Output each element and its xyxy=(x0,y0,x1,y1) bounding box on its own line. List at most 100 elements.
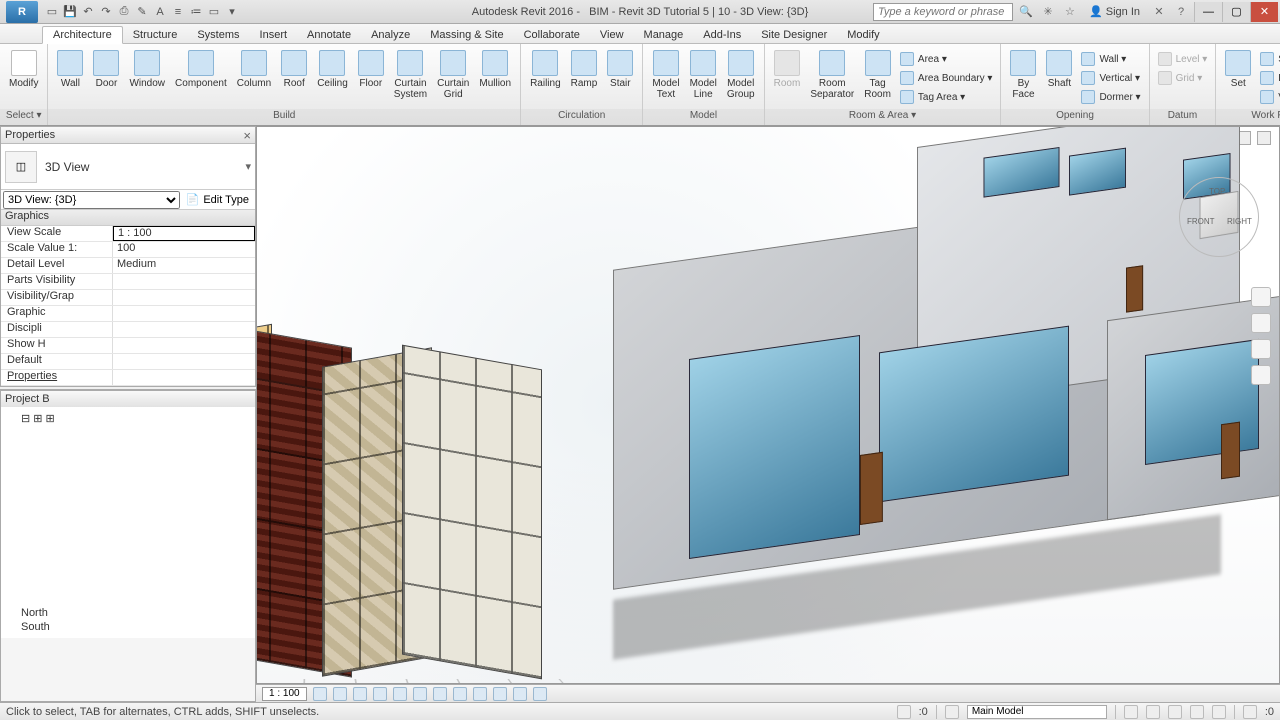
property-group-graphics[interactable]: Graphics xyxy=(1,210,255,226)
curtain-grid-button[interactable]: CurtainGrid xyxy=(432,48,474,102)
worksets-icon[interactable] xyxy=(897,705,911,719)
design-option-selector[interactable] xyxy=(967,705,1107,719)
select-pinned-icon[interactable] xyxy=(1168,705,1182,719)
wall-button[interactable]: Wall ▾ xyxy=(1081,50,1140,68)
favorite-icon[interactable]: ☆ xyxy=(1061,3,1079,21)
temp-hide-icon[interactable] xyxy=(473,687,487,701)
tab-collaborate[interactable]: Collaborate xyxy=(514,27,590,43)
tab-modify[interactable]: Modify xyxy=(837,27,889,43)
sun-path-icon[interactable] xyxy=(353,687,367,701)
railing-button[interactable]: Railing xyxy=(525,48,566,91)
tab-analyze[interactable]: Analyze xyxy=(361,27,420,43)
shaft-button[interactable]: Shaft xyxy=(1041,48,1077,91)
sign-in-button[interactable]: 👤 Sign In xyxy=(1083,5,1146,18)
search-icon[interactable]: 🔍 xyxy=(1017,3,1035,21)
modify-button[interactable]: Modify xyxy=(4,48,43,91)
window-button[interactable]: Window xyxy=(124,48,170,91)
property-row[interactable]: Visibility/Grap xyxy=(1,290,255,306)
qat-text-icon[interactable]: A xyxy=(152,4,168,20)
property-row[interactable]: Default xyxy=(1,354,255,370)
qat-print-icon[interactable]: ⎙ xyxy=(116,4,132,20)
panel-title-room-area[interactable]: Room & Area ▾ xyxy=(765,109,1001,125)
property-row[interactable]: Scale Value 1:100 xyxy=(1,242,255,258)
area-boundary-button[interactable]: Area Boundary ▾ xyxy=(900,69,993,87)
analytical-model-icon[interactable] xyxy=(513,687,527,701)
shadows-icon[interactable] xyxy=(373,687,387,701)
property-row[interactable]: Detail LevelMedium xyxy=(1,258,255,274)
tag-area-button[interactable]: Tag Area ▾ xyxy=(900,88,993,106)
model-line-button[interactable]: ModelLine xyxy=(685,48,722,102)
wall-button[interactable]: Wall xyxy=(52,48,88,91)
viewcube[interactable]: TOP FRONT RIGHT xyxy=(1179,177,1259,257)
mullion-button[interactable]: Mullion xyxy=(474,48,516,91)
nav-pan-icon[interactable] xyxy=(1251,313,1271,333)
vertical-button[interactable]: Vertical ▾ xyxy=(1081,69,1140,87)
tab-structure[interactable]: Structure xyxy=(123,27,188,43)
subscription-icon[interactable]: ✳ xyxy=(1039,3,1057,21)
property-row[interactable]: Parts Visibility xyxy=(1,274,255,290)
crop-region-icon[interactable] xyxy=(433,687,447,701)
view-scale-button[interactable]: 1 : 100 xyxy=(262,687,307,701)
tab-architecture[interactable]: Architecture xyxy=(42,26,123,44)
tab-insert[interactable]: Insert xyxy=(250,27,298,43)
qat-undo-icon[interactable]: ↶ xyxy=(80,4,96,20)
qat-redo-icon[interactable]: ↷ xyxy=(98,4,114,20)
tree-node-south[interactable]: South xyxy=(5,620,251,634)
3d-viewport[interactable]: TOP FRONT RIGHT xyxy=(256,126,1280,684)
project-browser-tree[interactable]: ⊟ ⊞ ⊞ North South xyxy=(1,407,255,638)
tab-add-ins[interactable]: Add-Ins xyxy=(693,27,751,43)
window-maximize-button[interactable]: ▢ xyxy=(1222,2,1250,22)
nav-orbit-icon[interactable] xyxy=(1251,365,1271,385)
type-dropdown-icon[interactable]: ▾ xyxy=(245,160,251,173)
nav-wheel-icon[interactable] xyxy=(1251,287,1271,307)
exchange-icon[interactable]: ✕ xyxy=(1150,3,1168,21)
tab-annotate[interactable]: Annotate xyxy=(297,27,361,43)
select-face-icon[interactable] xyxy=(1190,705,1204,719)
select-underlay-icon[interactable] xyxy=(1146,705,1160,719)
filter-icon[interactable] xyxy=(1243,705,1257,719)
qat-close-hidden-icon[interactable]: ▭ xyxy=(206,4,222,20)
property-row[interactable]: Show H xyxy=(1,338,255,354)
door-button[interactable]: Door xyxy=(88,48,124,91)
type-selector[interactable]: ◫ 3D View ▾ xyxy=(1,144,255,190)
model-group-button[interactable]: ModelGroup xyxy=(722,48,760,102)
qat-thin-lines-icon[interactable]: ≔ xyxy=(188,4,204,20)
tree-node-north[interactable]: North xyxy=(5,606,251,620)
help-icon[interactable]: ? xyxy=(1172,3,1190,21)
tag-room-button[interactable]: TagRoom xyxy=(859,48,896,102)
model-text-button[interactable]: ModelText xyxy=(647,48,684,102)
reveal-constraints-icon[interactable] xyxy=(533,687,547,701)
stair-button[interactable]: Stair xyxy=(602,48,638,91)
roof-button[interactable]: Roof xyxy=(276,48,312,91)
column-button[interactable]: Column xyxy=(232,48,276,91)
lock-3d-icon[interactable] xyxy=(453,687,467,701)
viewer-button[interactable]: Viewer ▾ xyxy=(1260,88,1280,106)
tab-systems[interactable]: Systems xyxy=(187,27,249,43)
window-minimize-button[interactable]: — xyxy=(1194,2,1222,22)
curtain-system-button[interactable]: CurtainSystem xyxy=(389,48,432,102)
set-button[interactable]: Set xyxy=(1220,48,1256,91)
property-row[interactable]: Graphic xyxy=(1,306,255,322)
tab-site-designer[interactable]: Site Designer xyxy=(751,27,837,43)
window-close-button[interactable]: ✕ xyxy=(1250,2,1278,22)
qat-align-icon[interactable]: ≡ xyxy=(170,4,186,20)
ceiling-button[interactable]: Ceiling xyxy=(312,48,353,91)
select-links-icon[interactable] xyxy=(1124,705,1138,719)
property-row[interactable]: View Scale1 : 100 xyxy=(1,226,255,242)
by-face-button[interactable]: ByFace xyxy=(1005,48,1041,102)
room-separator-button[interactable]: RoomSeparator xyxy=(805,48,859,102)
detail-level-icon[interactable] xyxy=(313,687,327,701)
floor-button[interactable]: Floor xyxy=(353,48,389,91)
tab-massing-site[interactable]: Massing & Site xyxy=(420,27,513,43)
qat-open-icon[interactable]: ▭ xyxy=(44,4,60,20)
properties-close-icon[interactable]: × xyxy=(243,129,251,142)
edit-type-button[interactable]: 📄 Edit Type xyxy=(180,193,255,206)
drag-elements-icon[interactable] xyxy=(1212,705,1226,719)
crop-view-icon[interactable] xyxy=(413,687,427,701)
design-options-icon[interactable] xyxy=(945,705,959,719)
tab-view[interactable]: View xyxy=(590,27,634,43)
help-search-input[interactable] xyxy=(873,3,1013,21)
nav-zoom-icon[interactable] xyxy=(1251,339,1271,359)
visual-style-icon[interactable] xyxy=(333,687,347,701)
area-button[interactable]: Area ▾ xyxy=(900,50,993,68)
